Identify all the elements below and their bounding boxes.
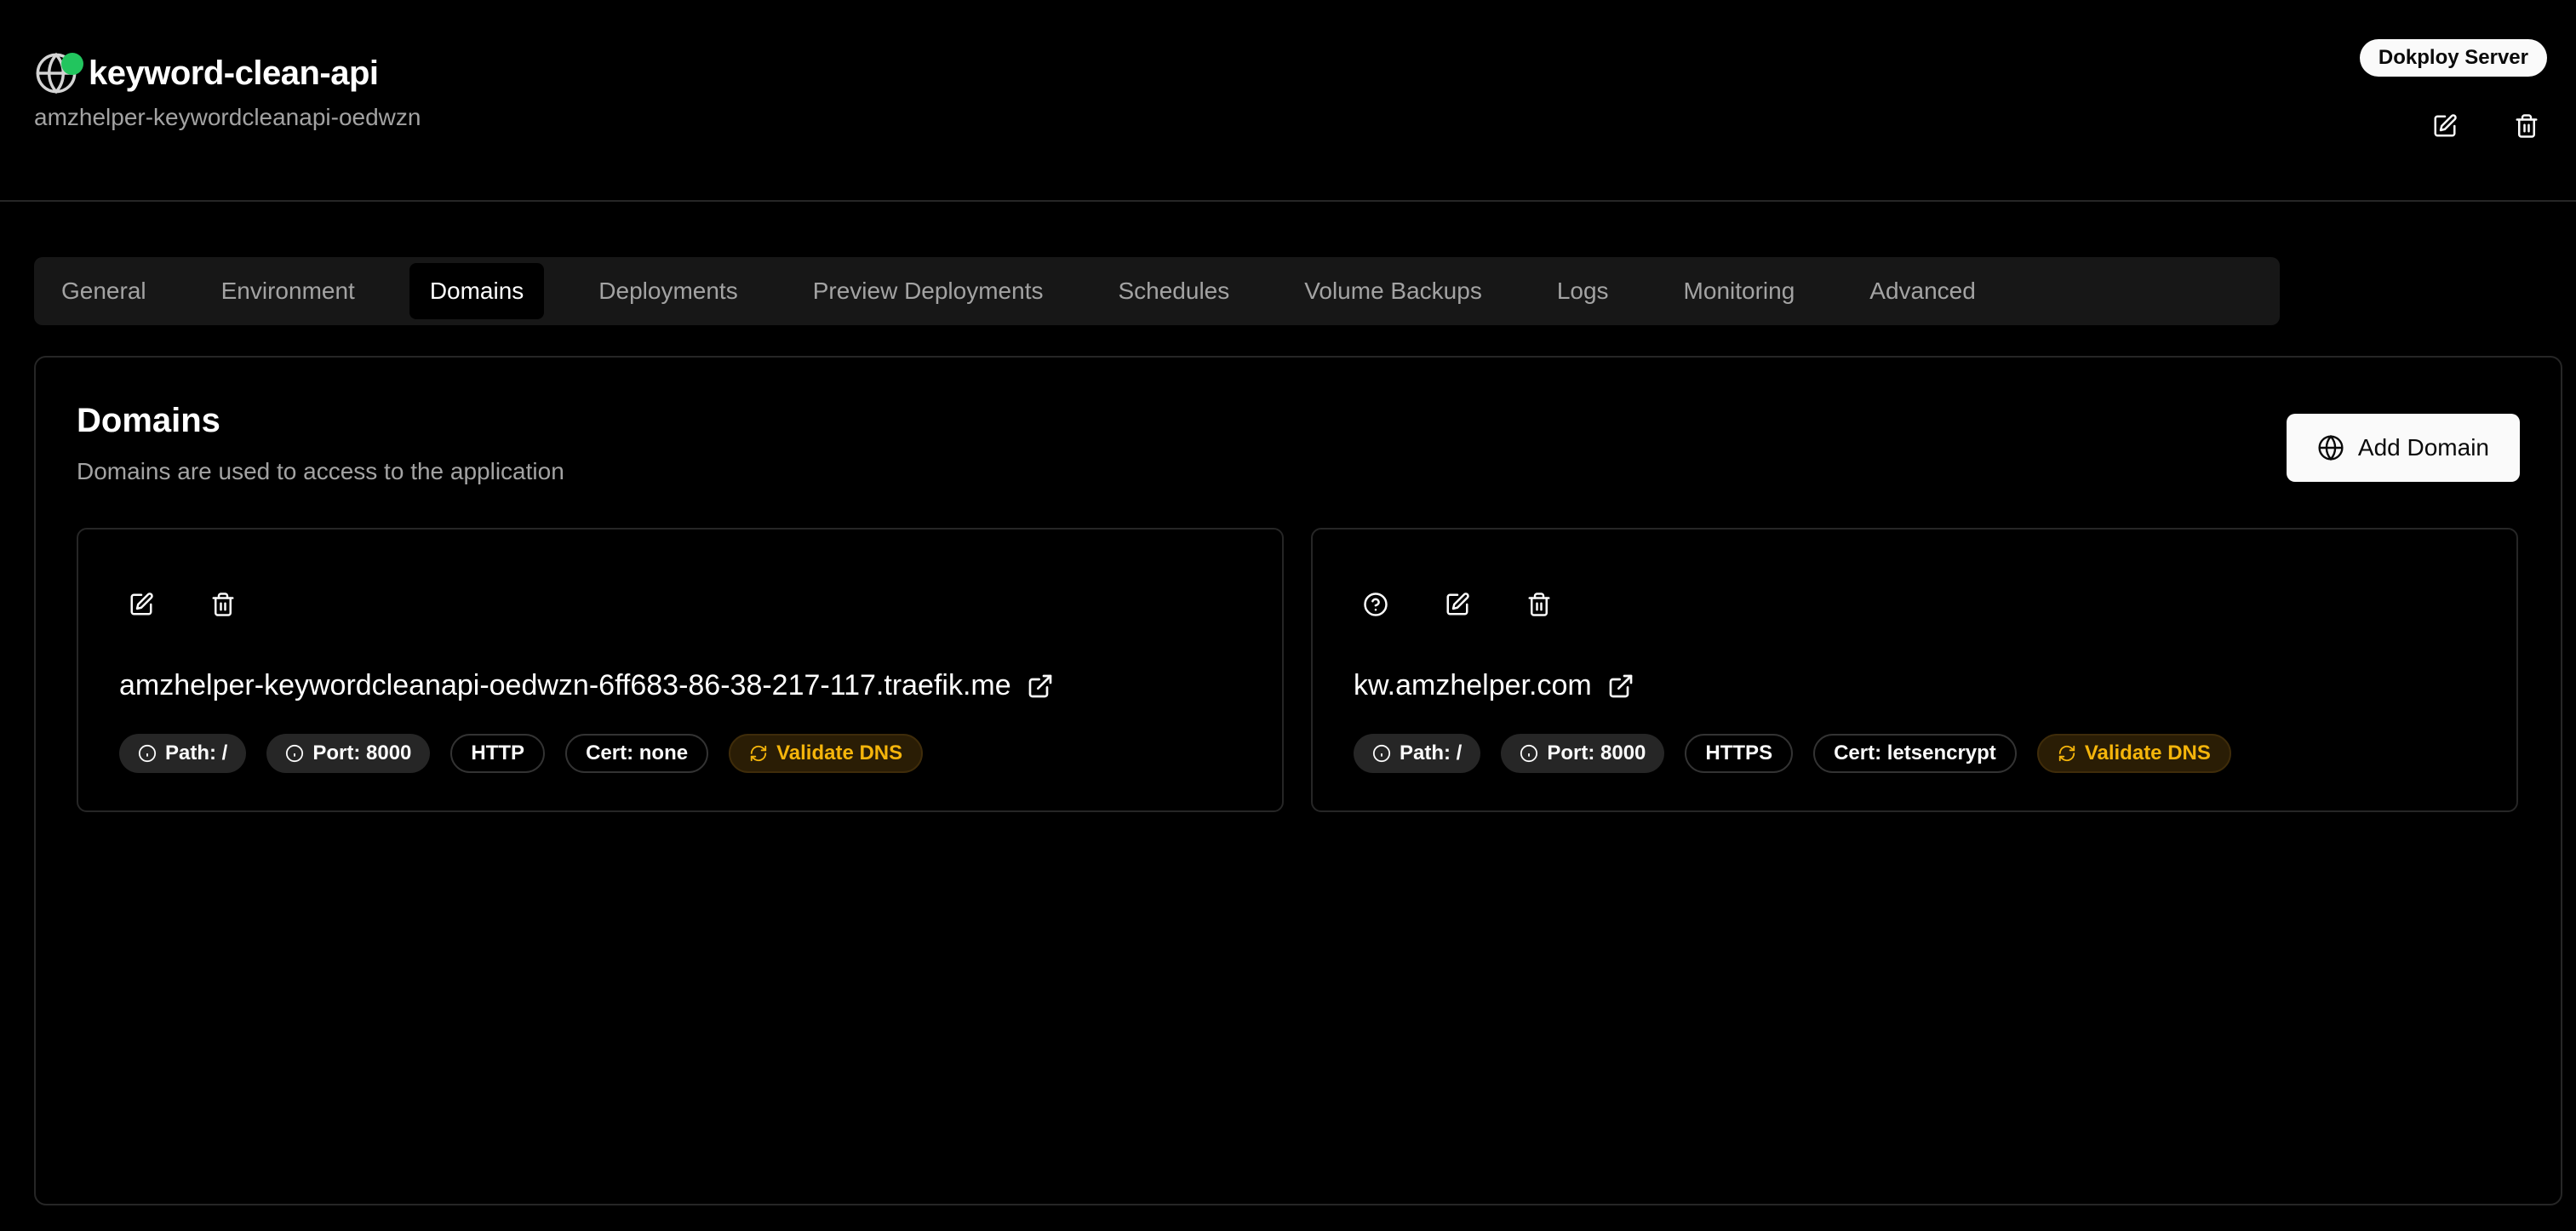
delete-domain-button[interactable] (1519, 584, 1560, 625)
tab-volume-backups[interactable]: Volume Backups (1284, 263, 1503, 319)
cert-badge: Cert: letsencrypt (1813, 734, 2017, 773)
domain-item: kw.amzhelper.com Path: / Port: 8000 HTTP… (1311, 528, 2518, 812)
refresh-icon (2058, 745, 2075, 762)
add-domain-button[interactable]: Add Domain (2286, 414, 2520, 482)
tab-logs[interactable]: Logs (1537, 263, 1629, 319)
info-icon (1520, 744, 1538, 763)
tab-deployments[interactable]: Deployments (578, 263, 758, 319)
external-link-icon (1609, 674, 1633, 697)
domain-badges: Path: / Port: 8000 HTTPS Cert: letsencry… (1354, 734, 2252, 773)
trash-icon (1528, 593, 1550, 616)
title-row: keyword-clean-api (34, 51, 379, 95)
validate-dns-button[interactable]: Validate DNS (2036, 734, 2231, 773)
port-badge: Port: 8000 (1501, 734, 1665, 773)
tab-schedules[interactable]: Schedules (1097, 263, 1250, 319)
tab-environment[interactable]: Environment (201, 263, 375, 319)
domain-host: kw.amzhelper.com (1354, 669, 1592, 701)
tab-preview-deployments[interactable]: Preview Deployments (793, 263, 1064, 319)
domain-host-link[interactable]: amzhelper-keywordcleanapi-oedwzn-6ff683-… (119, 669, 1054, 702)
service-title: keyword-clean-api (89, 54, 379, 92)
status-dot (61, 53, 83, 75)
tab-domains[interactable]: Domains (409, 263, 545, 319)
service-header: keyword-clean-api amzhelper-keywordclean… (0, 0, 2576, 202)
edit-icon (130, 593, 153, 616)
app-root: keyword-clean-api amzhelper-keywordclean… (0, 0, 2576, 1231)
domains-card: Domains Domains are used to access to th… (34, 356, 2562, 1205)
path-badge: Path: / (1354, 734, 1481, 773)
info-icon (286, 744, 304, 763)
path-badge: Path: / (119, 734, 247, 773)
domain-badges: Path: / Port: 8000 HTTP Cert: none Valid… (119, 734, 943, 773)
dns-help-button[interactable] (1355, 584, 1396, 625)
domain-actions (1355, 584, 1600, 625)
edit-icon (2434, 114, 2457, 137)
protocol-badge: HTTPS (1685, 734, 1794, 773)
trash-icon (212, 593, 234, 616)
delete-domain-button[interactable] (203, 584, 243, 625)
port-badge: Port: 8000 (266, 734, 431, 773)
edit-service-button[interactable] (2428, 109, 2462, 143)
domain-actions (121, 584, 284, 625)
section-description: Domains are used to access to the applic… (77, 458, 564, 484)
tab-general[interactable]: General (41, 263, 167, 319)
add-domain-label: Add Domain (2357, 434, 2489, 461)
server-badge: Dokploy Server (2359, 39, 2547, 77)
domain-item: amzhelper-keywordcleanapi-oedwzn-6ff683-… (77, 528, 1284, 812)
external-link-icon (1028, 674, 1051, 697)
edit-icon (1446, 593, 1469, 616)
info-icon (138, 744, 157, 763)
trash-icon (2516, 114, 2538, 138)
domain-host-link[interactable]: kw.amzhelper.com (1354, 669, 1634, 702)
domain-host: amzhelper-keywordcleanapi-oedwzn-6ff683-… (119, 669, 1011, 701)
service-tabs: General Environment Domains Deployments … (34, 257, 2280, 325)
protocol-badge: HTTP (450, 734, 546, 773)
delete-service-button[interactable] (2510, 109, 2544, 143)
edit-domain-button[interactable] (121, 584, 162, 625)
cert-badge: Cert: none (565, 734, 709, 773)
tab-advanced[interactable]: Advanced (1849, 263, 1996, 319)
service-globe-icon (34, 51, 83, 95)
refresh-icon (750, 745, 767, 762)
globe-icon (2318, 434, 2344, 461)
tab-monitoring[interactable]: Monitoring (1663, 263, 1816, 319)
section-title: Domains (77, 402, 220, 439)
help-circle-icon (1364, 593, 1388, 616)
validate-dns-button[interactable]: Validate DNS (729, 734, 924, 773)
service-app-name: amzhelper-keywordcleanapi-oedwzn (34, 104, 421, 130)
info-icon (1372, 744, 1391, 763)
edit-domain-button[interactable] (1437, 584, 1478, 625)
